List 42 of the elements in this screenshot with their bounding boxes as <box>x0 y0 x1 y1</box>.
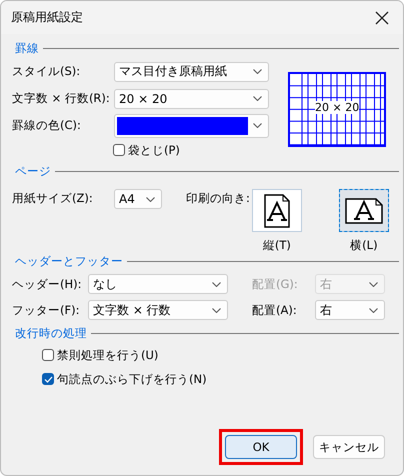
orientation-button[interactable] <box>338 189 389 232</box>
chevron-down-icon <box>253 69 262 74</box>
field-label: 配置(A): <box>252 302 298 318</box>
paper-size-dropdown[interactable]: A4 <box>114 189 162 209</box>
field-label: 用紙サイズ(Z): <box>12 191 94 206</box>
portrait-page-icon <box>262 192 292 228</box>
dialog-button[interactable]: OK <box>225 435 297 459</box>
field-label: スタイル(S): <box>12 64 82 79</box>
section-heading: 罫線 <box>15 40 39 56</box>
chevron-down-icon <box>146 196 155 202</box>
checkbox[interactable]: 句読点のぶら下げを行う(N) <box>42 372 207 386</box>
section-heading: 改行時の処理 <box>15 326 87 340</box>
close-icon[interactable] <box>375 10 389 24</box>
section-heading: ヘッダーとフッター <box>15 254 123 268</box>
content-dropdown[interactable]: なし <box>88 274 228 294</box>
grid-size-dropdown[interactable]: 20 × 20 <box>114 88 269 108</box>
field-label: 罫線の色(C): <box>12 118 82 133</box>
preview-text: 20 × 20 <box>315 101 360 114</box>
window-title: 原稿用紙設定 <box>11 9 83 26</box>
chevron-down-icon <box>369 308 378 312</box>
field-label: ヘッダー(H): <box>12 276 82 292</box>
dialog-button[interactable]: キャンセル <box>313 435 385 459</box>
alignment-dropdown[interactable]: 右 <box>315 300 385 320</box>
field-label: 配置(G): <box>252 276 299 292</box>
orientation-label: 横(L) <box>350 238 378 253</box>
chevron-down-icon <box>253 96 262 101</box>
landscape-page-icon <box>344 196 384 226</box>
chevron-down-icon <box>212 308 221 312</box>
section-heading: ページ <box>15 164 51 178</box>
chevron-down-icon <box>212 282 221 286</box>
checkbox[interactable]: 禁則処理を行う(U) <box>42 348 158 362</box>
color-dropdown[interactable] <box>114 114 269 138</box>
chevron-down-icon <box>253 123 262 128</box>
chevron-down-icon <box>369 282 378 286</box>
field-label: 文字数 × 行数(R): <box>12 91 111 106</box>
content-dropdown[interactable]: 文字数 × 行数 <box>88 300 228 320</box>
orientation-label: 縦(T) <box>262 238 291 253</box>
orientation-button[interactable] <box>252 189 302 232</box>
style-dropdown[interactable]: マス目付き原稿用紙 <box>114 62 269 82</box>
field-label: フッター(F): <box>12 302 80 318</box>
field-label: 印刷の向き: <box>186 191 250 206</box>
checkbox[interactable]: 袋とじ(P) <box>113 142 180 158</box>
